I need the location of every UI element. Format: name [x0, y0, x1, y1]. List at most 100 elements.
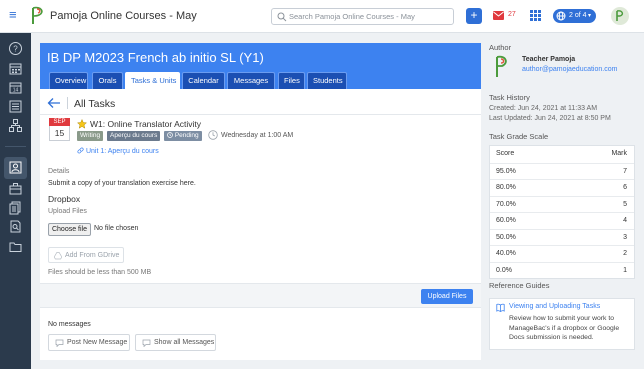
- grade-scale-heading: Task Grade Scale: [489, 132, 549, 141]
- briefcase-icon[interactable]: [8, 181, 23, 196]
- comments-icon: [142, 339, 151, 347]
- google-drive-icon: [54, 252, 62, 260]
- reference-guide-description: Review how to submit your work to Manage…: [509, 315, 620, 341]
- tab-calendar[interactable]: Calendar: [182, 72, 225, 89]
- upload-bar: Upload Files: [40, 283, 481, 308]
- details-text: Submit a copy of your translation exerci…: [48, 180, 196, 187]
- due-day: 15: [54, 128, 65, 138]
- due-date-calendar: SEP 15: [49, 118, 70, 141]
- grade-score: 70.0%: [496, 200, 516, 208]
- grade-mark: 3: [623, 233, 627, 241]
- star-icon[interactable]: [77, 119, 87, 129]
- updated-timestamp: Last Updated: Jun 24, 2021 at 8:50 PM: [489, 115, 611, 122]
- reference-guide-card: Viewing and Uploading Tasks Review how t…: [489, 298, 635, 350]
- globe-icon: [556, 11, 566, 21]
- add-from-gdrive-button[interactable]: Add From GDrive: [48, 247, 124, 263]
- task-history-heading: Task History: [489, 93, 530, 102]
- file-size-note: Files should be less than 500 MB: [48, 269, 152, 276]
- divider: [67, 97, 68, 109]
- grade-score: 50.0%: [496, 233, 516, 241]
- school-switcher[interactable]: 2 of 4 ▾: [553, 9, 596, 23]
- search-input[interactable]: Search Pamoja Online Courses - May: [271, 8, 454, 25]
- left-sidebar: ? 14: [0, 33, 31, 369]
- post-new-message-button[interactable]: Post New Message: [48, 334, 130, 351]
- network-icon[interactable]: [8, 118, 23, 133]
- details-label: Details: [48, 168, 70, 175]
- mark-column-header: Mark: [611, 150, 627, 157]
- grade-score: 95.0%: [496, 167, 516, 175]
- table-row: 50.0% 3: [490, 228, 634, 246]
- tab-overview[interactable]: Overview: [49, 72, 88, 89]
- table-row: 60.0% 4: [490, 212, 634, 229]
- grade-score: 40.0%: [496, 250, 516, 257]
- grade-score: 0.0%: [496, 266, 512, 274]
- grade-mark: 6: [623, 184, 627, 191]
- help-icon[interactable]: ?: [8, 41, 23, 56]
- mail-count: 27: [508, 11, 516, 18]
- created-timestamp: Created: Jun 24, 2021 at 11:33 AM: [489, 105, 598, 112]
- dropbox-heading: Dropbox: [48, 194, 81, 204]
- grade-scale-table: Score Mark 95.0% 7 80.0% 6 70.0% 5 60.0% 4 50…: [489, 145, 635, 279]
- calendar-icon[interactable]: [8, 61, 23, 76]
- list-icon[interactable]: [8, 99, 23, 114]
- task-title: W1: Online Translator Activity: [90, 119, 202, 129]
- table-row: 40.0% 2: [490, 245, 634, 262]
- table-row: 80.0% 6: [490, 179, 634, 196]
- classes-icon[interactable]: [8, 160, 23, 175]
- tab-files[interactable]: Files: [278, 72, 305, 89]
- back-arrow-icon[interactable]: [47, 97, 61, 109]
- tab-tasks-units[interactable]: Tasks & Units: [125, 72, 180, 89]
- mail-icon[interactable]: [493, 11, 504, 20]
- document-search-icon[interactable]: [8, 219, 23, 234]
- grade-score: 80.0%: [496, 184, 516, 191]
- no-file-text: No file chosen: [94, 225, 139, 232]
- show-all-messages-label: Show all Messages: [154, 339, 215, 346]
- divider: [40, 114, 481, 115]
- folder-icon[interactable]: [8, 239, 23, 254]
- apps-grid-icon[interactable]: [530, 10, 541, 21]
- author-name: Teacher Pamoja: [522, 56, 576, 63]
- avatar[interactable]: [611, 7, 629, 25]
- due-time: Wednesday at 1:00 AM: [221, 132, 294, 139]
- badge-unit: Aperçu du cours: [107, 131, 161, 141]
- reference-guide-link[interactable]: Viewing and Uploading Tasks: [509, 303, 600, 310]
- post-new-message-label: Post New Message: [67, 339, 128, 346]
- course-header: IB DP M2023 French ab initio SL (Y1) Ove…: [40, 43, 481, 89]
- table-row: 0.0% 1: [490, 261, 634, 279]
- documents-icon[interactable]: [8, 200, 23, 215]
- unit-link[interactable]: Unit 1: Aperçu du cours: [77, 147, 159, 155]
- show-all-messages-button[interactable]: Show all Messages: [135, 334, 216, 351]
- svg-text:14: 14: [13, 88, 19, 94]
- upload-files-label: Upload Files: [48, 208, 87, 215]
- tab-messages[interactable]: Messages: [227, 72, 275, 89]
- grade-mark: 5: [623, 200, 627, 208]
- author-avatar: [496, 55, 507, 77]
- choose-file-button[interactable]: Choose file: [48, 223, 91, 236]
- date-icon[interactable]: 14: [8, 80, 23, 95]
- status-badge: Pending: [164, 131, 202, 141]
- upload-files-button[interactable]: Upload Files: [421, 289, 473, 304]
- menu-icon[interactable]: ≡: [9, 8, 21, 21]
- search-placeholder: Search Pamoja Online Courses - May: [289, 12, 415, 21]
- clock-icon: [167, 131, 173, 138]
- add-button[interactable]: +: [466, 8, 482, 24]
- author-email-link[interactable]: author@pamojaeducation.com: [522, 66, 617, 73]
- grade-mark: 2: [623, 250, 627, 257]
- grade-mark: 4: [623, 217, 627, 224]
- score-column-header: Score: [496, 150, 515, 157]
- tab-orals[interactable]: Orals: [92, 72, 123, 89]
- search-icon: [277, 12, 287, 22]
- svg-text:?: ?: [13, 45, 18, 54]
- tab-students[interactable]: Students: [307, 72, 347, 89]
- course-title: IB DP M2023 French ab initio SL (Y1): [47, 50, 264, 65]
- pamoja-logo[interactable]: [31, 6, 45, 26]
- link-icon: [77, 147, 84, 154]
- school-switcher-label: 2 of 4: [569, 12, 587, 19]
- add-from-gdrive-label: Add From GDrive: [65, 252, 120, 259]
- task-card: IB DP M2023 French ab initio SL (Y1) Ove…: [40, 43, 481, 360]
- table-row: 70.0% 5: [490, 195, 634, 213]
- chevron-down-icon: ▾: [588, 13, 592, 19]
- grade-mark: 7: [623, 167, 627, 175]
- clock-icon: [208, 130, 218, 140]
- book-icon: [496, 303, 505, 312]
